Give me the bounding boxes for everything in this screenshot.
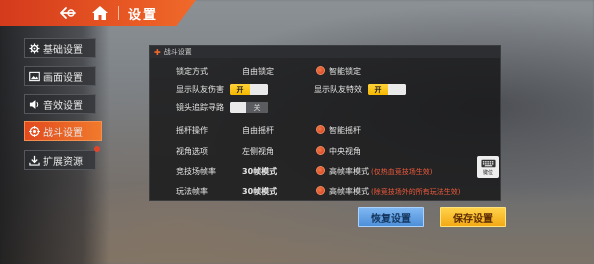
view-option-radio-center[interactable] (316, 146, 325, 155)
joystick-label: 摇杆操作 (176, 126, 208, 135)
gameplay-fps-high-label: 高帧率模式 (329, 187, 369, 196)
sidebar-item-combat[interactable]: 战斗设置 (24, 121, 102, 141)
camera-tracking-label: 镜头追踪寻路 (176, 103, 224, 112)
arena-fps-hint: (仅热血竞技场生效) (371, 168, 433, 176)
keyboard-label: 键位 (482, 169, 493, 176)
sidebar-item-label: 基础设置 (43, 44, 83, 56)
home-icon[interactable] (90, 3, 110, 23)
download-icon (29, 155, 40, 166)
joystick-option-free[interactable]: 自由摇杆 (242, 125, 274, 136)
toggle-on-label: 开 (368, 84, 388, 95)
arena-fps-high-label: 高帧率模式 (329, 167, 369, 176)
gameplay-fps-label: 玩法帧率 (176, 187, 208, 196)
show-team-damage-label: 显示队友伤害 (176, 85, 224, 94)
sidebar-item-display[interactable]: 画面设置 (24, 66, 96, 86)
sidebar-item-label: 扩展资源 (43, 156, 83, 168)
keyboard-icon[interactable]: 键位 (477, 156, 499, 178)
gameplay-fps-option-high[interactable]: 高帧率模式 (除竞技场外的所有玩法生效) (329, 186, 460, 197)
speaker-icon (29, 99, 40, 110)
joystick-option-smart[interactable]: 智能摇杆 (329, 125, 361, 136)
sidebar-item-basic[interactable]: 基础设置 (24, 38, 96, 58)
sidebar-item-label: 画面设置 (43, 72, 83, 84)
arena-fps-radio-high[interactable] (316, 166, 325, 175)
lock-mode-radio-smart[interactable] (316, 66, 325, 75)
image-icon (29, 71, 40, 82)
toggle-track (250, 84, 268, 95)
lock-mode-option-free[interactable]: 自由锁定 (242, 66, 274, 77)
sidebar-item-audio[interactable]: 音效设置 (24, 94, 96, 114)
toggle-off-label: 关 (246, 102, 268, 113)
lock-mode-label: 锁定方式 (176, 67, 208, 76)
combat-settings-panel: ✚ 战斗设置 锁定方式 自由锁定 智能锁定 显示队友伤害 开 显示队友特效 开 … (149, 45, 501, 201)
sidebar-item-extensions[interactable]: 扩展资源 (24, 150, 96, 170)
toggle-on-label: 开 (230, 84, 250, 95)
gameplay-fps-radio-high[interactable] (316, 186, 325, 195)
lock-mode-option-smart[interactable]: 智能锁定 (329, 66, 361, 77)
save-settings-button[interactable]: 保存设置 (440, 207, 506, 227)
show-team-effects-toggle[interactable]: 开 (368, 84, 406, 95)
toggle-track (388, 84, 406, 95)
page-title: 设置 (128, 8, 159, 23)
joystick-radio-smart[interactable] (316, 125, 325, 134)
show-team-damage-toggle[interactable]: 开 (230, 84, 268, 95)
sidebar-item-label: 战斗设置 (43, 127, 83, 139)
gameplay-fps-hint: (除竞技场外的所有玩法生效) (371, 188, 461, 196)
arena-fps-label: 竞技场帧率 (176, 167, 216, 176)
gear-icon (29, 42, 40, 54)
panel-title: 战斗设置 (163, 48, 192, 56)
target-icon (29, 125, 40, 137)
arena-fps-option-30[interactable]: 30帧模式 (242, 166, 277, 177)
camera-tracking-toggle[interactable]: 关 (230, 102, 268, 113)
toggle-track (230, 102, 246, 113)
back-arrow-icon[interactable] (58, 3, 78, 23)
plus-icon: ✚ (154, 47, 161, 57)
panel-header: ✚ 战斗设置 (150, 46, 500, 58)
notification-badge (94, 146, 100, 152)
view-option-label: 视角选项 (176, 147, 208, 156)
gameplay-fps-option-30[interactable]: 30帧模式 (242, 186, 277, 197)
sidebar-item-label: 音效设置 (43, 100, 83, 112)
reset-settings-button[interactable]: 恢复设置 (358, 207, 424, 227)
arena-fps-option-high[interactable]: 高帧率模式 (仅热血竞技场生效) (329, 166, 432, 177)
show-team-effects-label: 显示队友特效 (314, 85, 362, 94)
view-option-left[interactable]: 左侧视角 (242, 146, 274, 157)
view-option-center[interactable]: 中央视角 (329, 146, 361, 157)
title-divider (118, 6, 119, 20)
